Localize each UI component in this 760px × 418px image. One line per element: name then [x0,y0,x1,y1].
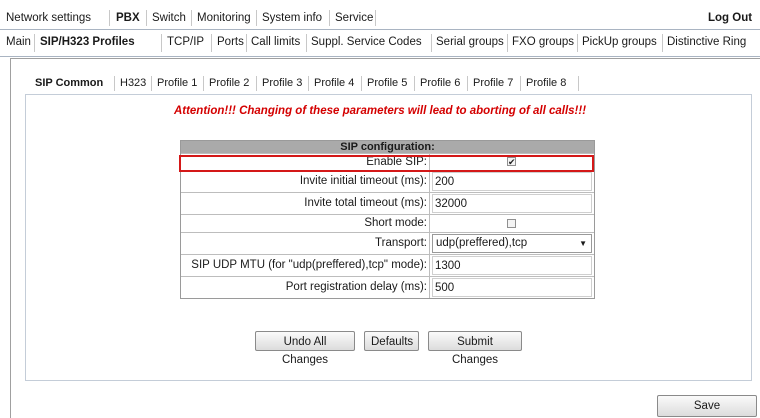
divider [467,76,468,91]
short-mode-checkbox[interactable] [507,219,516,228]
enable-sip-highlight-box [179,155,594,172]
defaults-button[interactable]: Defaults [364,331,419,351]
row-short-mode: Short mode: [181,214,594,232]
tab-profile-4[interactable]: Profile 4 [314,73,354,93]
undo-all-changes-button[interactable]: Undo All Changes [255,331,355,366]
port-registration-delay-label: Port registration delay (ms): [181,277,430,298]
nav-pbx[interactable]: PBX [116,8,140,28]
subnav-sip-h323-profiles[interactable]: SIP/H323 Profiles [40,30,135,56]
tab-profile-6[interactable]: Profile 6 [420,73,460,93]
divider [329,10,330,26]
row-transport: Transport: udp(preffered),tcp ▼ [181,232,594,254]
short-mode-label: Short mode: [181,215,430,232]
divider [577,34,578,52]
nav-network-settings[interactable]: Network settings [6,8,91,28]
row-sip-udp-mtu: SIP UDP MTU (for "udp(preffered),tcp" mo… [181,254,594,276]
transport-selected-value: udp(preffered),tcp [436,237,528,249]
sub-navigation: Main SIP/H323 Profiles TCP/IP Ports Call… [0,30,760,56]
warning-message: Attention!!! Changing of these parameter… [173,105,587,117]
subnav-main[interactable]: Main [6,30,31,56]
divider [361,76,362,91]
divider [191,10,192,26]
divider [520,76,521,91]
tab-profile-3[interactable]: Profile 3 [262,73,302,93]
invite-total-timeout-label: Invite total timeout (ms): [181,193,430,214]
row-invite-initial-timeout: Invite initial timeout (ms): [181,170,594,192]
logout-link[interactable]: Log Out [708,8,752,28]
top-navigation: Network settings PBX Switch Monitoring S… [0,8,760,28]
nav-system-info[interactable]: System info [262,8,322,28]
subnav-divider [0,56,760,57]
tab-sip-common[interactable]: SIP Common [35,73,103,93]
divider [375,10,376,26]
save-button[interactable]: Save [657,395,757,417]
sip-udp-mtu-input[interactable] [432,256,592,275]
sip-udp-mtu-label: SIP UDP MTU (for "udp(preffered),tcp" mo… [181,255,430,276]
port-registration-delay-input[interactable] [432,278,592,297]
table-title: SIP configuration: [181,141,594,153]
subnav-serial-groups[interactable]: Serial groups [436,30,504,56]
dropdown-arrow-icon: ▼ [579,239,587,248]
divider [256,76,257,91]
divider [306,34,307,52]
subnav-distinctive-ring[interactable]: Distinctive Ring [667,30,746,56]
subnav-tcp-ip[interactable]: TCP/IP [167,30,204,56]
tab-profile-2[interactable]: Profile 2 [209,73,249,93]
tab-profile-8[interactable]: Profile 8 [526,73,566,93]
divider [114,76,115,91]
transport-label: Transport: [181,233,430,254]
divider [256,10,257,26]
subnav-fxo-groups[interactable]: FXO groups [512,30,574,56]
divider [34,34,35,52]
divider [161,34,162,52]
row-invite-total-timeout: Invite total timeout (ms): [181,192,594,214]
subnav-pickup-groups[interactable]: PickUp groups [582,30,657,56]
divider [109,10,110,26]
nav-switch[interactable]: Switch [152,8,186,28]
subnav-call-limits[interactable]: Call limits [251,30,300,56]
divider [246,34,247,52]
submit-changes-button[interactable]: Submit Changes [428,331,522,366]
divider [431,34,432,52]
divider [578,76,579,91]
divider [662,34,663,52]
subnav-suppl-service-codes[interactable]: Suppl. Service Codes [311,30,422,56]
divider [211,34,212,52]
nav-service[interactable]: Service [335,8,373,28]
tab-profile-7[interactable]: Profile 7 [473,73,513,93]
divider [308,76,309,91]
tab-h323[interactable]: H323 [120,73,146,93]
transport-select[interactable]: udp(preffered),tcp ▼ [432,234,592,253]
nav-monitoring[interactable]: Monitoring [197,8,251,28]
divider [414,76,415,91]
tab-profile-5[interactable]: Profile 5 [367,73,407,93]
divider [146,10,147,26]
divider [203,76,204,91]
row-port-registration-delay: Port registration delay (ms): [181,276,594,298]
invite-initial-timeout-input[interactable] [432,172,592,191]
divider [507,34,508,52]
invite-initial-timeout-label: Invite initial timeout (ms): [181,171,430,192]
subnav-ports[interactable]: Ports [217,30,244,56]
invite-total-timeout-input[interactable] [432,194,592,213]
divider [151,76,152,91]
tab-profile-1[interactable]: Profile 1 [157,73,197,93]
